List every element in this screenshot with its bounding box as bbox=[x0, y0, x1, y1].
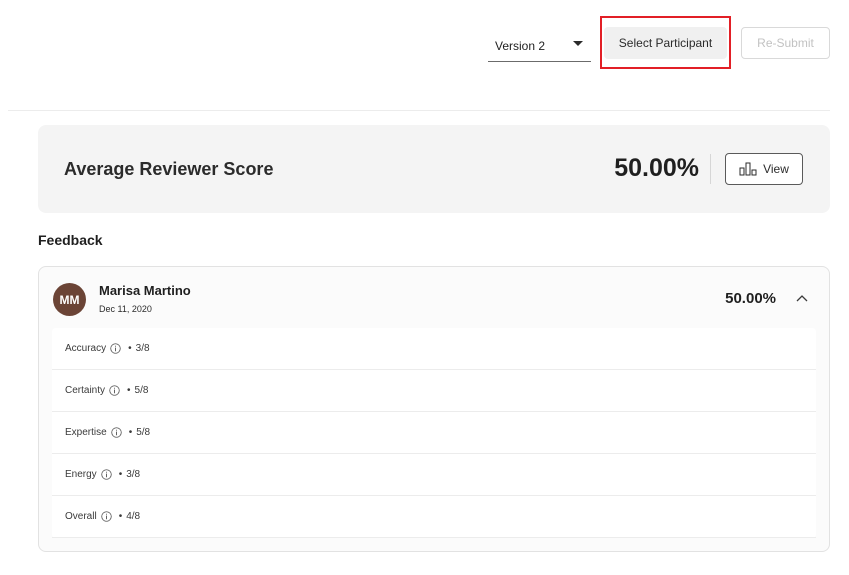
reviewer-score: 50.00% bbox=[725, 290, 776, 307]
criterion-row-certainty: Certainty • 5/8 bbox=[52, 370, 816, 412]
average-score-value: 50.00% bbox=[614, 154, 699, 182]
bullet: • bbox=[128, 427, 133, 438]
bullet: • bbox=[118, 469, 123, 480]
avatar: MM bbox=[53, 283, 86, 316]
reviewer-name: Marisa Martino bbox=[99, 283, 191, 298]
resubmit-button[interactable]: Re-Submit bbox=[741, 27, 830, 59]
criterion-value: 3/8 bbox=[135, 343, 150, 354]
criterion-label: Expertise bbox=[65, 427, 107, 438]
average-score-title: Average Reviewer Score bbox=[64, 159, 274, 179]
criterion-row-expertise: Expertise • 5/8 bbox=[52, 412, 816, 454]
feedback-card: MM Marisa Martino Dec 11, 2020 50.00% Ac… bbox=[38, 266, 830, 552]
bullet: • bbox=[127, 385, 131, 396]
criterion-value: 3/8 bbox=[126, 469, 141, 480]
version-select-value: Version 2 bbox=[495, 38, 546, 53]
average-score-card: Average Reviewer Score 50.00% View bbox=[38, 125, 830, 213]
bullet: • bbox=[128, 343, 132, 354]
criteria-list: Accuracy • 3/8 Certainty • 5/8 Expertise… bbox=[52, 328, 816, 538]
caret-down-icon bbox=[573, 41, 583, 46]
feedback-heading: Feedback bbox=[38, 232, 103, 248]
criterion-row-accuracy: Accuracy • 3/8 bbox=[52, 328, 816, 370]
info-icon[interactable] bbox=[110, 343, 121, 354]
review-date: Dec 11, 2020 bbox=[99, 304, 152, 314]
view-button-label: View bbox=[763, 162, 789, 176]
criterion-value: 5/8 bbox=[136, 427, 151, 438]
criterion-value: 4/8 bbox=[126, 511, 141, 522]
criterion-label: Energy bbox=[65, 469, 97, 480]
criterion-value: 5/8 bbox=[134, 385, 149, 396]
info-icon[interactable] bbox=[111, 427, 122, 438]
criterion-row-overall: Overall • 4/8 bbox=[52, 496, 816, 538]
info-icon[interactable] bbox=[109, 385, 120, 396]
select-participant-button[interactable]: Select Participant bbox=[604, 27, 727, 59]
chevron-up-icon[interactable] bbox=[795, 291, 809, 305]
version-select[interactable]: Version 2 bbox=[488, 30, 591, 62]
criterion-label: Overall bbox=[65, 511, 97, 522]
info-icon[interactable] bbox=[101, 511, 112, 522]
divider bbox=[8, 110, 830, 111]
bullet: • bbox=[118, 511, 123, 522]
criterion-label: Certainty bbox=[65, 385, 106, 396]
criterion-row-energy: Energy • 3/8 bbox=[52, 454, 816, 496]
bar-chart-icon bbox=[739, 162, 757, 176]
view-button[interactable]: View bbox=[725, 153, 803, 185]
criterion-label: Accuracy bbox=[65, 343, 107, 354]
info-icon[interactable] bbox=[101, 469, 112, 480]
divider bbox=[710, 154, 711, 184]
